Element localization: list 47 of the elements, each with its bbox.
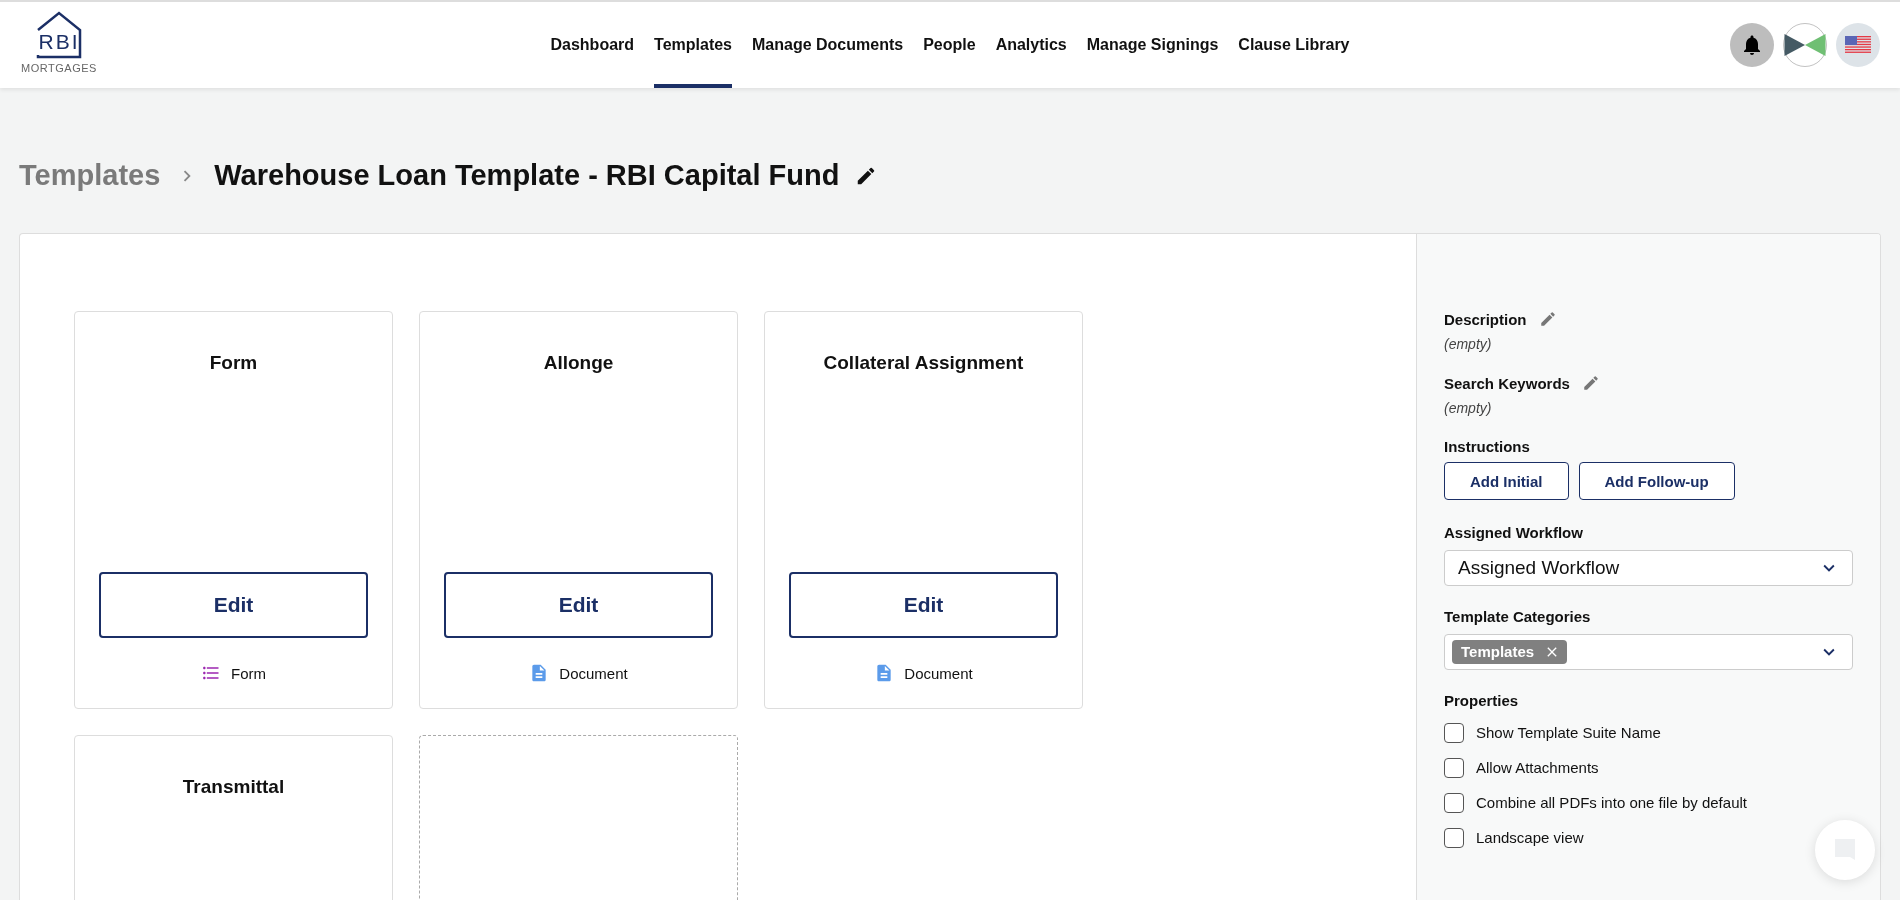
card-type-label: Document [559,664,628,682]
flag-icon [1845,36,1871,54]
edit-button[interactable]: Edit [789,572,1058,638]
nav-tab[interactable]: Manage Documents [752,2,904,88]
field-label: Template Categories [1444,608,1592,625]
nav-tab[interactable]: Templates [654,2,732,88]
avatar-icon[interactable] [1783,23,1827,67]
card-title: Collateral Assignment [823,352,1024,374]
nav-tab[interactable]: Dashboard [550,2,635,88]
card-title: Allonge [543,352,614,374]
edit-button[interactable]: Edit [99,572,368,638]
card-title: Transmittal [182,776,285,798]
field-label: Search Keywords [1444,374,1570,392]
notifications-button[interactable] [1730,23,1774,67]
checkbox[interactable] [1444,757,1464,778]
checkbox[interactable] [1444,792,1464,813]
language-button[interactable] [1836,23,1880,67]
categories-select[interactable]: Templates [1444,634,1853,670]
checkbox[interactable] [1444,722,1464,743]
checkbox-label: Allow Attachments [1476,759,1599,776]
field-value: (empty) [1444,400,1493,416]
breadcrumb-link[interactable]: Templates [19,159,161,192]
logo-wordmark: MORTGAGES [21,62,97,74]
category-tag: Templates [1452,640,1568,664]
nav-tab[interactable]: Manage Signings [1086,2,1219,88]
nav-tab[interactable]: Clause Library [1238,2,1350,88]
checkbox-label: Landscape view [1476,829,1584,846]
field-label: Instructions [1444,438,1531,455]
checkbox-label: Show Template Suite Name [1476,724,1661,741]
add-instruction-button[interactable]: Add Follow-up [1578,462,1735,500]
field-label: Properties [1444,692,1520,709]
card-title: Form [209,352,258,374]
workflow-select[interactable]: Assigned Workflow [1444,550,1853,586]
add-instruction-button[interactable]: Add Initial [1444,462,1569,500]
checkbox-label: Combine all PDFs into one file by default [1476,794,1747,811]
field-value: (empty) [1444,336,1493,352]
logo-mark: RBI [37,30,81,54]
checkbox[interactable] [1444,827,1464,848]
nav-tab[interactable]: Analytics [995,2,1067,88]
nav-tab[interactable]: People [923,2,976,88]
field-label: Assigned Workflow [1444,524,1584,541]
house-logo-icon [35,10,83,60]
field-label: Description [1444,310,1527,328]
edit-button[interactable]: Edit [444,572,713,638]
card-type-label: Document [904,664,973,682]
card-type-label: Form [231,664,266,682]
page-title: Warehouse Loan Template - RBI Capital Fund [214,159,840,192]
